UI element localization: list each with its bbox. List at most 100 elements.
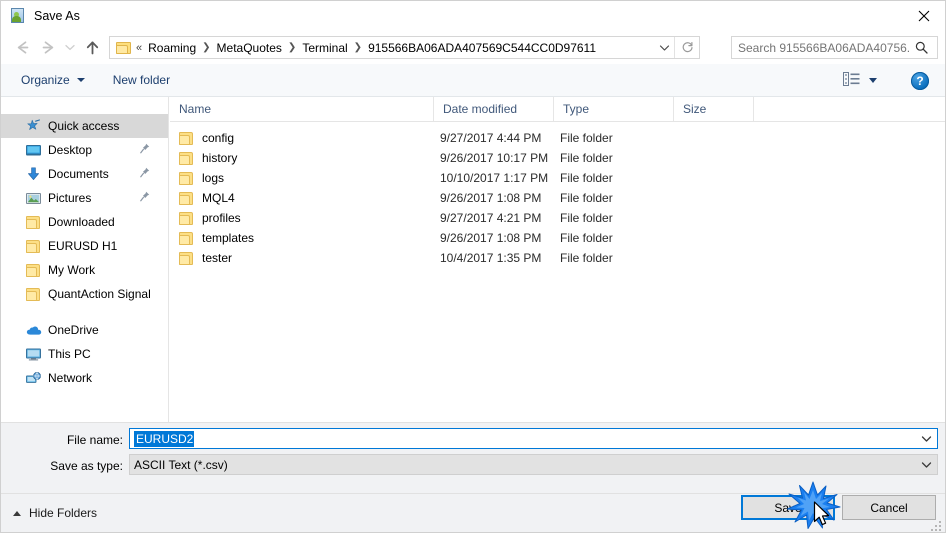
- table-row[interactable]: templates 9/26/2017 1:08 PM File folder: [170, 228, 945, 248]
- refresh-icon[interactable]: [674, 37, 699, 58]
- folder-icon: [179, 171, 194, 185]
- forward-arrow-icon[interactable]: [35, 35, 61, 61]
- file-name-value: EURUSD2: [134, 430, 195, 447]
- help-label: ?: [916, 73, 924, 88]
- pin-icon[interactable]: [140, 143, 150, 157]
- table-row[interactable]: logs 10/10/2017 1:17 PM File folder: [170, 168, 945, 188]
- file-type-cell: File folder: [560, 151, 613, 165]
- network-icon: [25, 370, 42, 386]
- table-row[interactable]: profiles 9/27/2017 4:21 PM File folder: [170, 208, 945, 228]
- table-row[interactable]: MQL4 9/26/2017 1:08 PM File folder: [170, 188, 945, 208]
- save-as-type-value: ASCII Text (*.csv): [134, 457, 228, 472]
- sidebar-item-label: Pictures: [48, 191, 92, 205]
- sidebar-item-documents[interactable]: Documents: [1, 162, 168, 186]
- search-input[interactable]: [738, 40, 910, 55]
- sidebar-item-label: QuantAction Signal: [48, 287, 151, 301]
- sidebar-item-label: Documents: [48, 167, 109, 181]
- hide-folders-button[interactable]: Hide Folders: [13, 506, 97, 520]
- sidebar-item-my-work[interactable]: My Work: [1, 258, 168, 282]
- sidebar-item-eurusd-h1[interactable]: EURUSD H1: [1, 234, 168, 258]
- breadcrumb-separator: ❯: [353, 42, 363, 53]
- file-name-cell: logs: [179, 168, 224, 188]
- breadcrumb-terminal[interactable]: Terminal: [299, 41, 350, 55]
- file-date-cell: 10/4/2017 1:35 PM: [440, 251, 542, 265]
- chevron-down-icon[interactable]: [921, 429, 932, 448]
- breadcrumb-terminal-id[interactable]: 915566BA06ADA407569C544CC0D97611: [365, 41, 599, 55]
- sidebar-item-pictures[interactable]: Pictures: [1, 186, 168, 210]
- column-header-label: Name: [179, 102, 212, 116]
- view-options-button[interactable]: [839, 69, 881, 93]
- this-pc-icon: [25, 346, 42, 362]
- column-header-type[interactable]: Type: [553, 97, 673, 121]
- column-header-size[interactable]: Size: [673, 97, 753, 121]
- sidebar-item-label: OneDrive: [48, 323, 99, 337]
- view-list-icon: [843, 72, 860, 89]
- folder-icon: [25, 214, 42, 230]
- column-header-label: Size: [683, 102, 707, 116]
- resize-grip-icon[interactable]: [931, 519, 943, 531]
- chevron-down-icon[interactable]: [921, 455, 932, 474]
- save-as-type-label: Save as type:: [50, 459, 123, 473]
- file-type-cell: File folder: [560, 191, 613, 205]
- table-row[interactable]: tester 10/4/2017 1:35 PM File folder: [170, 248, 945, 268]
- navigation-sidebar[interactable]: Quick access Desktop Documents Pictures …: [1, 97, 169, 422]
- file-name-label: logs: [202, 171, 225, 185]
- file-date-cell: 9/27/2017 4:44 PM: [440, 131, 542, 145]
- table-row[interactable]: history 9/26/2017 10:17 PM File folder: [170, 148, 945, 168]
- file-name-cell: MQL4: [179, 188, 235, 208]
- recent-locations-chevron-icon[interactable]: [61, 35, 79, 61]
- chevron-down-icon[interactable]: [655, 37, 673, 58]
- search-icon[interactable]: [910, 41, 932, 54]
- sidebar-item-this-pc[interactable]: This PC: [1, 342, 168, 366]
- sidebar-item-network[interactable]: Network: [1, 366, 168, 390]
- sidebar-item-desktop[interactable]: Desktop: [1, 138, 168, 162]
- file-date-cell: 9/27/2017 4:21 PM: [440, 211, 542, 225]
- column-header-row: Name Date modified Type Size: [170, 97, 945, 122]
- breadcrumb-separator: ❯: [287, 42, 297, 53]
- save-button[interactable]: Save: [741, 495, 835, 520]
- close-icon[interactable]: [901, 1, 945, 31]
- documents-download-icon: [25, 166, 42, 182]
- sidebar-item-label: Downloaded: [48, 215, 115, 229]
- save-as-dialog: Save As « Roaming ❯ MetaQuotes ❯ Termina…: [0, 0, 946, 533]
- cancel-button[interactable]: Cancel: [842, 495, 936, 520]
- up-arrow-icon[interactable]: [79, 35, 105, 61]
- folder-icon: [25, 238, 42, 254]
- breadcrumb-overflow[interactable]: «: [131, 42, 145, 54]
- pin-icon[interactable]: [140, 191, 150, 205]
- breadcrumb-metaquotes[interactable]: MetaQuotes: [214, 41, 285, 55]
- file-name-input[interactable]: EURUSD2: [129, 428, 938, 449]
- chevron-down-icon: [76, 78, 85, 82]
- breadcrumb-roaming[interactable]: Roaming: [145, 41, 199, 55]
- folder-icon: [179, 231, 194, 245]
- folder-icon: [179, 151, 194, 165]
- file-name-label: profiles: [202, 211, 241, 225]
- help-icon[interactable]: ?: [911, 71, 929, 90]
- file-name-label: File name:: [66, 433, 123, 447]
- sidebar-item-onedrive[interactable]: OneDrive: [1, 318, 168, 342]
- new-folder-button[interactable]: New folder: [107, 68, 176, 92]
- pin-icon[interactable]: [140, 167, 150, 181]
- file-name-cell: config: [179, 128, 234, 148]
- back-arrow-icon[interactable]: [9, 35, 35, 61]
- table-row[interactable]: config 9/27/2017 4:44 PM File folder: [170, 128, 945, 148]
- sidebar-item-quantaction-signal[interactable]: QuantAction Signal: [1, 282, 168, 306]
- column-header-name[interactable]: Name: [170, 97, 433, 121]
- toolbar-right-group: ?: [839, 64, 945, 97]
- sidebar-item-label: Quick access: [48, 119, 120, 133]
- folder-icon: [179, 211, 194, 225]
- search-box[interactable]: [731, 36, 938, 59]
- sidebar-item-label: My Work: [48, 263, 96, 277]
- file-name-cell: profiles: [179, 208, 241, 228]
- column-header-end: [753, 97, 763, 121]
- sidebar-item-quick-access[interactable]: Quick access: [1, 114, 168, 138]
- save-as-type-select[interactable]: ASCII Text (*.csv): [129, 454, 938, 475]
- organize-button[interactable]: Organize: [15, 68, 91, 92]
- desktop-icon: [25, 142, 42, 158]
- window-title: Save As: [34, 9, 80, 23]
- address-bar[interactable]: « Roaming ❯ MetaQuotes ❯ Terminal ❯ 9155…: [109, 36, 700, 59]
- column-header-date-modified[interactable]: Date modified: [433, 97, 553, 121]
- file-type-cell: File folder: [560, 131, 613, 145]
- title-bar: Save As: [1, 1, 945, 31]
- sidebar-item-downloaded[interactable]: Downloaded: [1, 210, 168, 234]
